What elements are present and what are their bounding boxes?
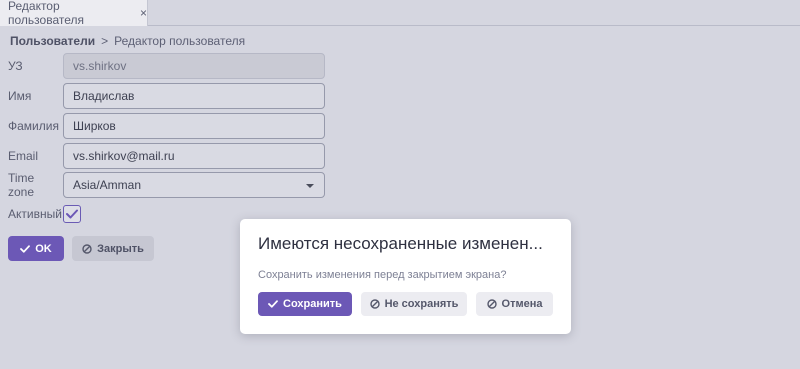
unsaved-changes-dialog: Имеются несохраненные изменен... Сохрани… — [240, 219, 571, 334]
email-value: vs.shirkov@mail.ru — [73, 149, 175, 163]
dont-save-button[interactable]: Не сохранять — [361, 292, 467, 316]
ban-icon — [369, 299, 380, 309]
last-name-label: Фамилия — [8, 119, 59, 133]
tab-label: Редактор пользователя — [8, 0, 84, 27]
breadcrumb: Пользователи > Редактор пользователя — [10, 34, 245, 48]
last-name-row: Фамилия — [8, 113, 62, 139]
active-row: Активный — [8, 201, 62, 227]
chevron-down-icon[interactable] — [306, 184, 314, 188]
account-field: vs.shirkov — [63, 53, 325, 79]
active-label: Активный — [8, 207, 62, 221]
close-button-label: Закрыть — [97, 242, 144, 255]
breadcrumb-separator: > — [101, 34, 109, 48]
last-name-value: Ширков — [73, 119, 116, 133]
first-name-field[interactable]: Владислав — [63, 83, 325, 109]
tab-user-editor[interactable]: Редактор пользователя × — [0, 0, 148, 27]
dialog-message: Сохранить изменения перед закрытием экра… — [258, 269, 507, 281]
first-name-row: Имя — [8, 83, 62, 109]
timezone-label: Time zone — [8, 171, 35, 199]
check-icon — [268, 300, 278, 308]
ban-icon — [82, 243, 92, 254]
timezone-value: Asia/Amman — [73, 178, 142, 192]
check-icon — [66, 209, 78, 219]
account-label: УЗ — [8, 59, 23, 73]
ok-button-label: OK — [35, 242, 52, 255]
account-row: УЗ — [8, 53, 62, 79]
first-name-value: Владислав — [73, 89, 135, 103]
dont-save-button-label: Не сохранять — [384, 298, 459, 310]
timezone-select[interactable]: Asia/Amman — [63, 172, 325, 198]
breadcrumb-current: Редактор пользователя — [114, 34, 246, 48]
dialog-title: Имеются несохраненные изменен... — [258, 234, 543, 253]
tab-bar: Редактор пользователя × — [0, 0, 800, 27]
timezone-row: Time zone — [8, 171, 62, 199]
cancel-button[interactable]: Отмена — [476, 292, 553, 316]
email-label: Email — [8, 149, 39, 163]
ban-icon — [486, 299, 497, 309]
last-name-field[interactable]: Ширков — [63, 113, 325, 139]
close-button[interactable]: Закрыть — [72, 236, 154, 261]
breadcrumb-users-link[interactable]: Пользователи — [10, 34, 95, 48]
close-icon[interactable]: × — [140, 7, 147, 19]
ok-button[interactable]: OK — [8, 236, 64, 261]
check-icon — [20, 244, 31, 253]
email-row: Email — [8, 143, 62, 169]
cancel-button-label: Отмена — [501, 298, 543, 310]
save-button-label: Сохранить — [283, 298, 342, 310]
active-checkbox[interactable] — [63, 205, 81, 223]
first-name-label: Имя — [8, 89, 32, 103]
account-value: vs.shirkov — [73, 59, 127, 73]
email-field[interactable]: vs.shirkov@mail.ru — [63, 143, 325, 169]
save-button[interactable]: Сохранить — [258, 292, 352, 316]
